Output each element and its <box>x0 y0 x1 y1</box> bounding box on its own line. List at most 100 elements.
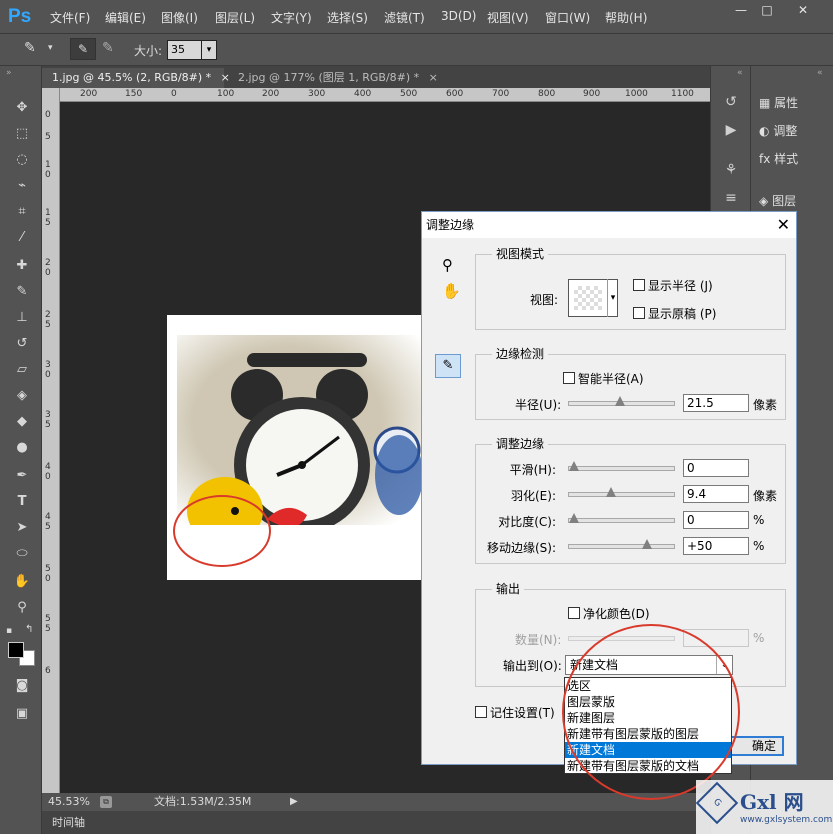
hand-icon[interactable]: ✋ <box>442 282 461 300</box>
smooth-slider[interactable] <box>568 461 675 471</box>
tab-2jpg[interactable]: 2.jpg @ 177% (图层 1, RGB/8#) * × <box>228 68 438 88</box>
feather-slider-thumb[interactable] <box>605 487 616 497</box>
play-icon[interactable]: ▶ <box>290 793 298 811</box>
path-selection-tool-icon[interactable]: ➤ <box>11 518 33 538</box>
radius-slider-thumb[interactable] <box>614 396 625 406</box>
brush-tool-icon[interactable]: ✎ <box>24 40 36 56</box>
size-dropdown-icon[interactable]: ▾ <box>201 40 217 60</box>
view-dropdown-icon[interactable]: ▾ <box>607 279 618 317</box>
refine-radius-tool-icon[interactable]: ✎ <box>435 354 461 378</box>
window-close-button[interactable]: ✕ <box>789 0 817 20</box>
eyedropper-tool-icon[interactable]: ⁄ <box>11 228 33 248</box>
size-label: 大小: <box>134 44 163 58</box>
healing-brush-tool-icon[interactable]: ✚ <box>11 256 33 276</box>
pen-tool-icon[interactable]: ✒ <box>11 466 33 486</box>
remember-settings-checkbox[interactable] <box>475 706 487 718</box>
crop-tool-icon[interactable]: ⌗ <box>11 202 33 222</box>
ruler-label: 6 <box>45 666 51 676</box>
erase-refinements-icon[interactable]: ✎ <box>102 40 114 56</box>
collapse-icon[interactable]: « <box>737 68 743 78</box>
quick-selection-tool-icon[interactable]: ⌁ <box>11 176 33 196</box>
properties-panel-button[interactable]: ▦ 属性 <box>759 94 798 111</box>
clone-stamp-tool-icon[interactable]: ⊥ <box>11 308 33 328</box>
feather-slider[interactable] <box>568 487 675 497</box>
actions-panel-icon[interactable]: ▶ <box>721 122 741 138</box>
menu-select[interactable]: 选择(S) <box>327 9 368 26</box>
history-brush-tool-icon[interactable]: ↺ <box>11 334 33 354</box>
marquee-tool-icon[interactable]: ⬚ <box>11 124 33 144</box>
panel-label: 属性 <box>774 96 799 110</box>
view-label: 视图: <box>530 293 559 307</box>
watermark-url: www.gxlsystem.com <box>740 815 833 825</box>
menu-edit[interactable]: 编辑(E) <box>105 9 146 26</box>
move-tool-icon[interactable]: ✥ <box>11 98 33 118</box>
menu-view[interactable]: 视图(V) <box>487 9 529 26</box>
menu-image[interactable]: 图像(I) <box>161 9 198 26</box>
brush-tool-icon[interactable]: ✎ <box>11 282 33 302</box>
ellipse-tool-icon[interactable]: ⬭ <box>11 544 33 564</box>
menu-layer[interactable]: 图层(L) <box>215 9 255 26</box>
menu-3d[interactable]: 3D(D) <box>441 9 476 23</box>
smart-radius-checkbox[interactable] <box>563 372 575 384</box>
expand-brush-icon[interactable]: ✎ <box>70 38 96 60</box>
shift-edge-slider-thumb[interactable] <box>641 539 652 549</box>
dialog-title-bar[interactable]: 调整边缘 ✕ <box>422 212 796 238</box>
group-title: 视图模式 <box>492 247 549 261</box>
contrast-slider[interactable] <box>568 513 675 523</box>
brush-presets-icon[interactable]: ⚘ <box>721 162 741 178</box>
brush-settings-icon[interactable]: ≡ <box>721 190 741 206</box>
dialog-close-icon[interactable]: ✕ <box>777 212 790 238</box>
eraser-tool-icon[interactable]: ▱ <box>11 360 33 380</box>
shift-edge-slider[interactable] <box>568 539 675 549</box>
show-original-checkbox[interactable] <box>633 307 645 319</box>
decontaminate-checkbox[interactable] <box>568 607 580 619</box>
menu-file[interactable]: 文件(F) <box>50 9 90 26</box>
hand-tool-icon[interactable]: ✋ <box>11 572 33 592</box>
menu-window[interactable]: 窗口(W) <box>545 9 590 26</box>
history-panel-icon[interactable]: ↺ <box>721 94 741 110</box>
layers-panel-button[interactable]: ◈ 图层 <box>759 192 796 209</box>
menu-type[interactable]: 文字(Y) <box>271 9 312 26</box>
blur-tool-icon[interactable]: ◆ <box>11 412 33 432</box>
collapse-icon[interactable]: » <box>6 68 12 78</box>
timeline-bar[interactable]: 时间轴 <box>42 811 710 834</box>
zoom-tool-icon[interactable]: ⚲ <box>11 598 33 618</box>
radius-slider[interactable] <box>568 396 675 406</box>
maximize-button[interactable]: □ <box>753 0 781 20</box>
contrast-input[interactable]: 0 <box>683 511 749 529</box>
foreground-color-swatch[interactable] <box>8 642 24 658</box>
paint-bucket-tool-icon[interactable]: ◈ <box>11 386 33 406</box>
zoom-level[interactable]: 45.53% <box>48 793 90 811</box>
ruler-label: 0 <box>171 89 177 99</box>
menu-filter[interactable]: 滤镜(T) <box>384 9 425 26</box>
ruler-label: 1 <box>45 160 51 170</box>
lasso-tool-icon[interactable]: ◌ <box>11 150 33 170</box>
styles-panel-button[interactable]: fx 样式 <box>759 150 798 167</box>
ruler-label: 2 <box>45 258 51 268</box>
menu-help[interactable]: 帮助(H) <box>605 9 647 26</box>
document-info-icon[interactable]: ⧉ <box>100 796 112 808</box>
default-colors-icon[interactable]: ▪ <box>6 626 12 636</box>
dodge-tool-icon[interactable]: ● <box>11 438 33 458</box>
zoom-icon[interactable]: ⚲ <box>442 256 453 274</box>
chevron-down-icon[interactable]: ▾ <box>48 43 53 53</box>
size-input[interactable]: 35 <box>167 40 203 60</box>
type-tool-icon[interactable]: T <box>11 492 33 512</box>
tab-close-icon[interactable]: × <box>429 71 438 84</box>
smooth-input[interactable]: 0 <box>683 459 749 477</box>
timeline-label: 时间轴 <box>52 816 85 829</box>
smooth-slider-thumb[interactable] <box>569 461 579 471</box>
screen-mode-icon[interactable]: ▣ <box>11 704 33 724</box>
swap-colors-icon[interactable]: ↰ <box>25 624 33 635</box>
feather-input[interactable]: 9.4 <box>683 485 749 503</box>
adjustments-panel-button[interactable]: ◐ 调整 <box>759 122 797 139</box>
show-radius-checkbox[interactable] <box>633 279 645 291</box>
radius-input[interactable]: 21.5 <box>683 394 749 412</box>
document-size: 文档:1.53M/2.35M <box>154 795 252 808</box>
tab-1jpg[interactable]: 1.jpg @ 45.5% (2, RGB/8#) * × <box>42 68 230 88</box>
quick-mask-icon[interactable]: ◙ <box>11 676 33 696</box>
collapse-icon[interactable]: « <box>817 68 823 78</box>
contrast-slider-thumb[interactable] <box>569 513 579 523</box>
shift-edge-input[interactable]: +50 <box>683 537 749 555</box>
minimize-button[interactable]: — <box>727 0 755 20</box>
